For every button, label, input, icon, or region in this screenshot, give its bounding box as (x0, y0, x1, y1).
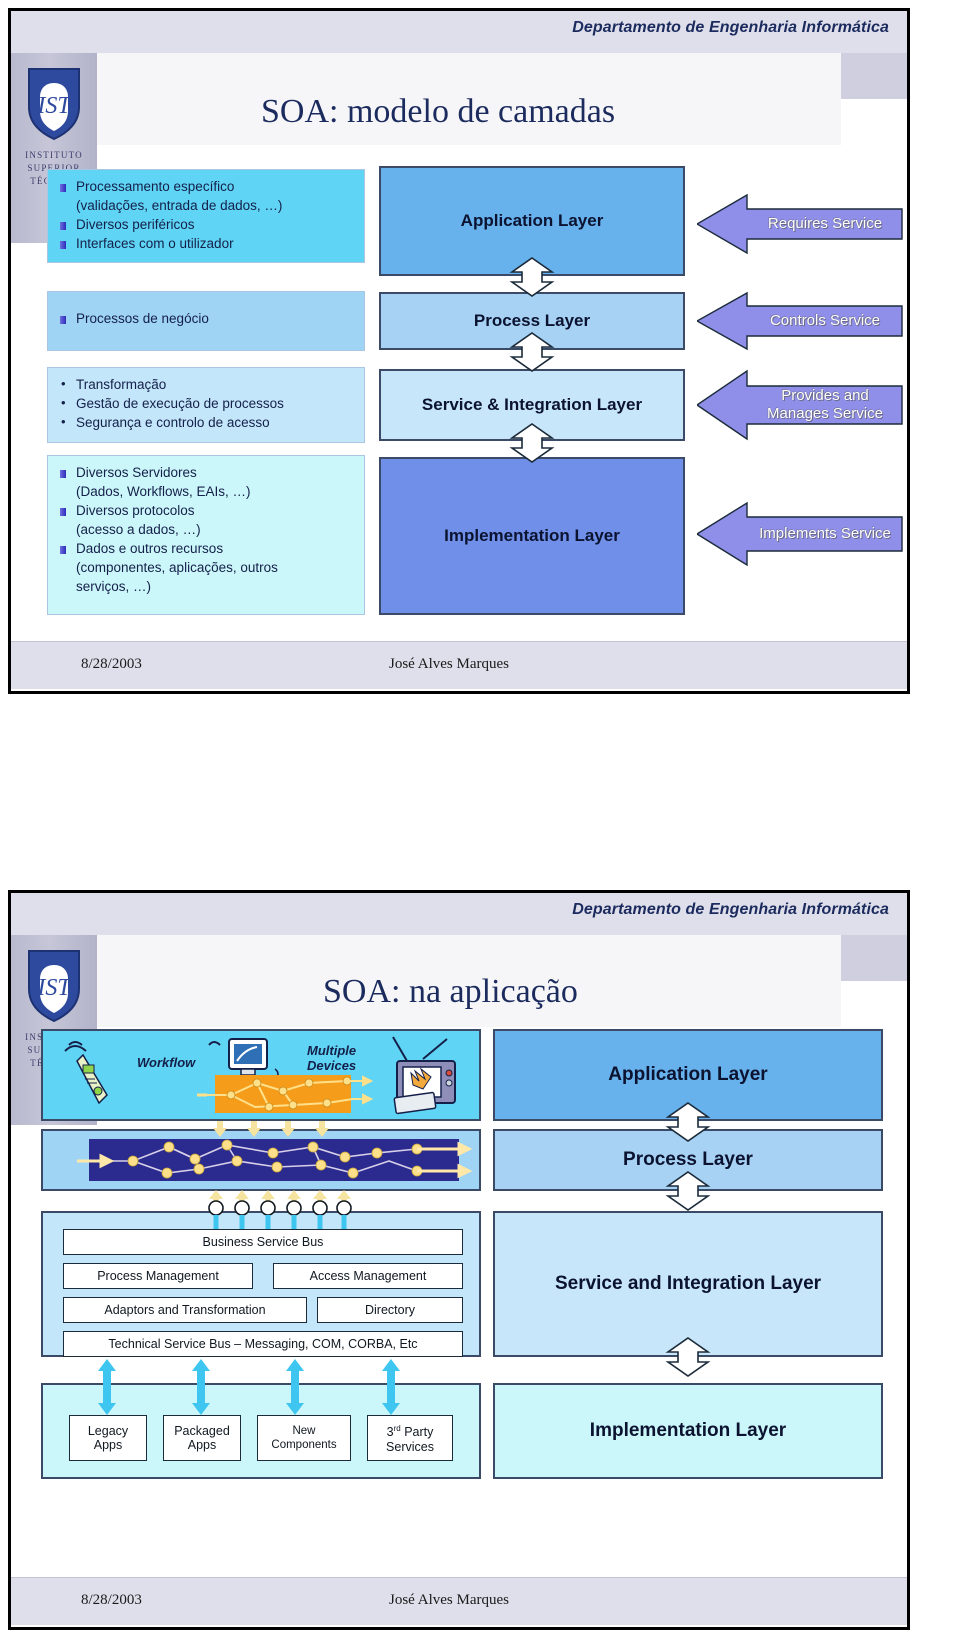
component-packaged-apps: Packaged Apps (163, 1415, 241, 1461)
third-party-ordinal: rd (393, 1424, 401, 1434)
description-box-process: Processos de negócio (47, 291, 365, 351)
header-gray-block (841, 935, 907, 981)
legacy-apps-line1: Legacy (87, 1424, 129, 1438)
component-technical-service-bus: Technical Service Bus – Messaging, COM, … (63, 1331, 463, 1357)
footer-date: 8/28/2003 (81, 1592, 142, 1608)
arrow-label-line2: Manages Service (767, 405, 883, 422)
component-third-party-services: 3rd Party Services (367, 1415, 453, 1461)
list-item: Interfaces com o utilizador (60, 235, 354, 253)
service-connector-circles-icon (208, 1200, 352, 1231)
footer-date: 8/28/2003 (81, 656, 142, 672)
label-workflow: Workflow (137, 1055, 196, 1070)
department-header: Departamento de Engenharia Informática (572, 901, 889, 918)
new-components-line2: Components (271, 1439, 337, 1451)
list-item: Diversos protocolos (60, 502, 354, 520)
orange-network-graph-icon (197, 1075, 374, 1112)
third-party-number: 3 (386, 1425, 394, 1440)
television-icon (392, 1036, 456, 1115)
logo-line-instituto: INSTITUTO (25, 150, 83, 160)
up-down-arrow-icon (509, 332, 555, 372)
list-item: Transformação (60, 375, 354, 394)
component-process-management: Process Management (63, 1263, 253, 1289)
slide-footer: 8/28/2003 José Alves Marques (11, 641, 907, 689)
arrow-provides-manages-service: Provides and Manages Service (697, 369, 903, 441)
component-adaptors-transformation: Adaptors and Transformation (63, 1297, 307, 1323)
slide-soa-na-aplicacao: Departamento de Engenharia Informática I… (8, 890, 910, 1630)
arrow-label-line1: Provides and (781, 387, 869, 404)
label-devices-line1: Multiple (307, 1043, 357, 1058)
layer-box-implementation: Implementation Layer (493, 1383, 883, 1479)
process-network-graph-icon (77, 1139, 473, 1179)
packaged-apps-line1: Packaged (174, 1424, 230, 1438)
slide-soa-modelo-de-camadas: Departamento de Engenharia Informática I… (8, 8, 910, 694)
description-box-service: Transformação Gestão de execução de proc… (47, 367, 365, 443)
component-new-components: New Components (257, 1415, 351, 1461)
layer-box-service-integration: Service and Integration Layer (493, 1211, 883, 1357)
list-item: Gestão de execução de processos (60, 394, 354, 413)
component-business-service-bus: Business Service Bus (63, 1229, 463, 1255)
department-header: Departamento de Engenharia Informática (572, 19, 889, 36)
svg-text:IST: IST (36, 975, 72, 1001)
list-item: (componentes, aplicações, outros (76, 560, 278, 575)
list-item: Diversos periféricos (60, 216, 354, 234)
legacy-apps-line2: Apps (93, 1438, 123, 1452)
bidirectional-connectors-icon (98, 1359, 400, 1415)
arrow-label: Requires Service (767, 215, 883, 232)
component-directory: Directory (317, 1297, 463, 1323)
up-down-arrow-icon (665, 1171, 711, 1211)
slide-title: SOA: modelo de camadas (261, 93, 616, 130)
list-item: serviços, …) (76, 579, 152, 594)
up-down-arrow-icon (665, 1102, 711, 1142)
arrow-label: Implements Service (759, 525, 891, 542)
third-party-line2: Party (404, 1425, 434, 1440)
arrow-controls-service: Controls Service (697, 291, 903, 351)
layer-label: Service and Integration Layer (554, 1273, 822, 1294)
layer-label: Implementation Layer (589, 1420, 787, 1441)
component-legacy-apps: Legacy Apps (69, 1415, 147, 1461)
list-item: Processamento específico (60, 178, 354, 196)
component-access-management: Access Management (273, 1263, 463, 1289)
up-down-arrow-icon (665, 1337, 711, 1377)
slide-title: SOA: na aplicação (323, 973, 578, 1010)
description-box-application: Processamento específico (validações, en… (47, 169, 365, 263)
packaged-apps-line2: Apps (187, 1438, 217, 1452)
up-down-arrow-icon (509, 423, 555, 463)
footer-author: José Alves Marques (389, 656, 509, 672)
arrow-label: Controls Service (769, 312, 881, 329)
ist-shield-icon: IST (28, 68, 80, 141)
new-components-line1: New (292, 1425, 316, 1437)
list-item: (validações, entrada de dados, …) (76, 198, 283, 213)
list-item: Segurança e controlo de acesso (60, 413, 354, 432)
arrow-requires-service: Requires Service (697, 193, 903, 255)
svg-text:IST: IST (36, 93, 72, 119)
layer-box-implementation: Implementation Layer (379, 457, 685, 615)
list-item: Diversos Servidores (60, 464, 354, 482)
list-item: Processos de negócio (60, 310, 354, 328)
up-down-arrow-icon (509, 257, 555, 297)
mobile-phone-icon (64, 1041, 108, 1105)
ist-shield-icon: IST (28, 950, 80, 1023)
list-item: Dados e outros recursos (60, 540, 354, 558)
footer-author: José Alves Marques (389, 1592, 509, 1608)
header-gray-block (841, 53, 907, 99)
third-party-line3: Services (386, 1439, 434, 1454)
list-item: (Dados, Workflows, EAIs, …) (76, 484, 251, 499)
arrow-implements-service: Implements Service (697, 501, 903, 567)
list-item: (acesso a dados, …) (76, 522, 201, 537)
slide-footer: 8/28/2003 José Alves Marques (11, 1577, 907, 1625)
description-box-implementation: Diversos Servidores (Dados, Workflows, E… (47, 455, 365, 615)
arrow-label: Provides and Manages Service (749, 369, 901, 441)
